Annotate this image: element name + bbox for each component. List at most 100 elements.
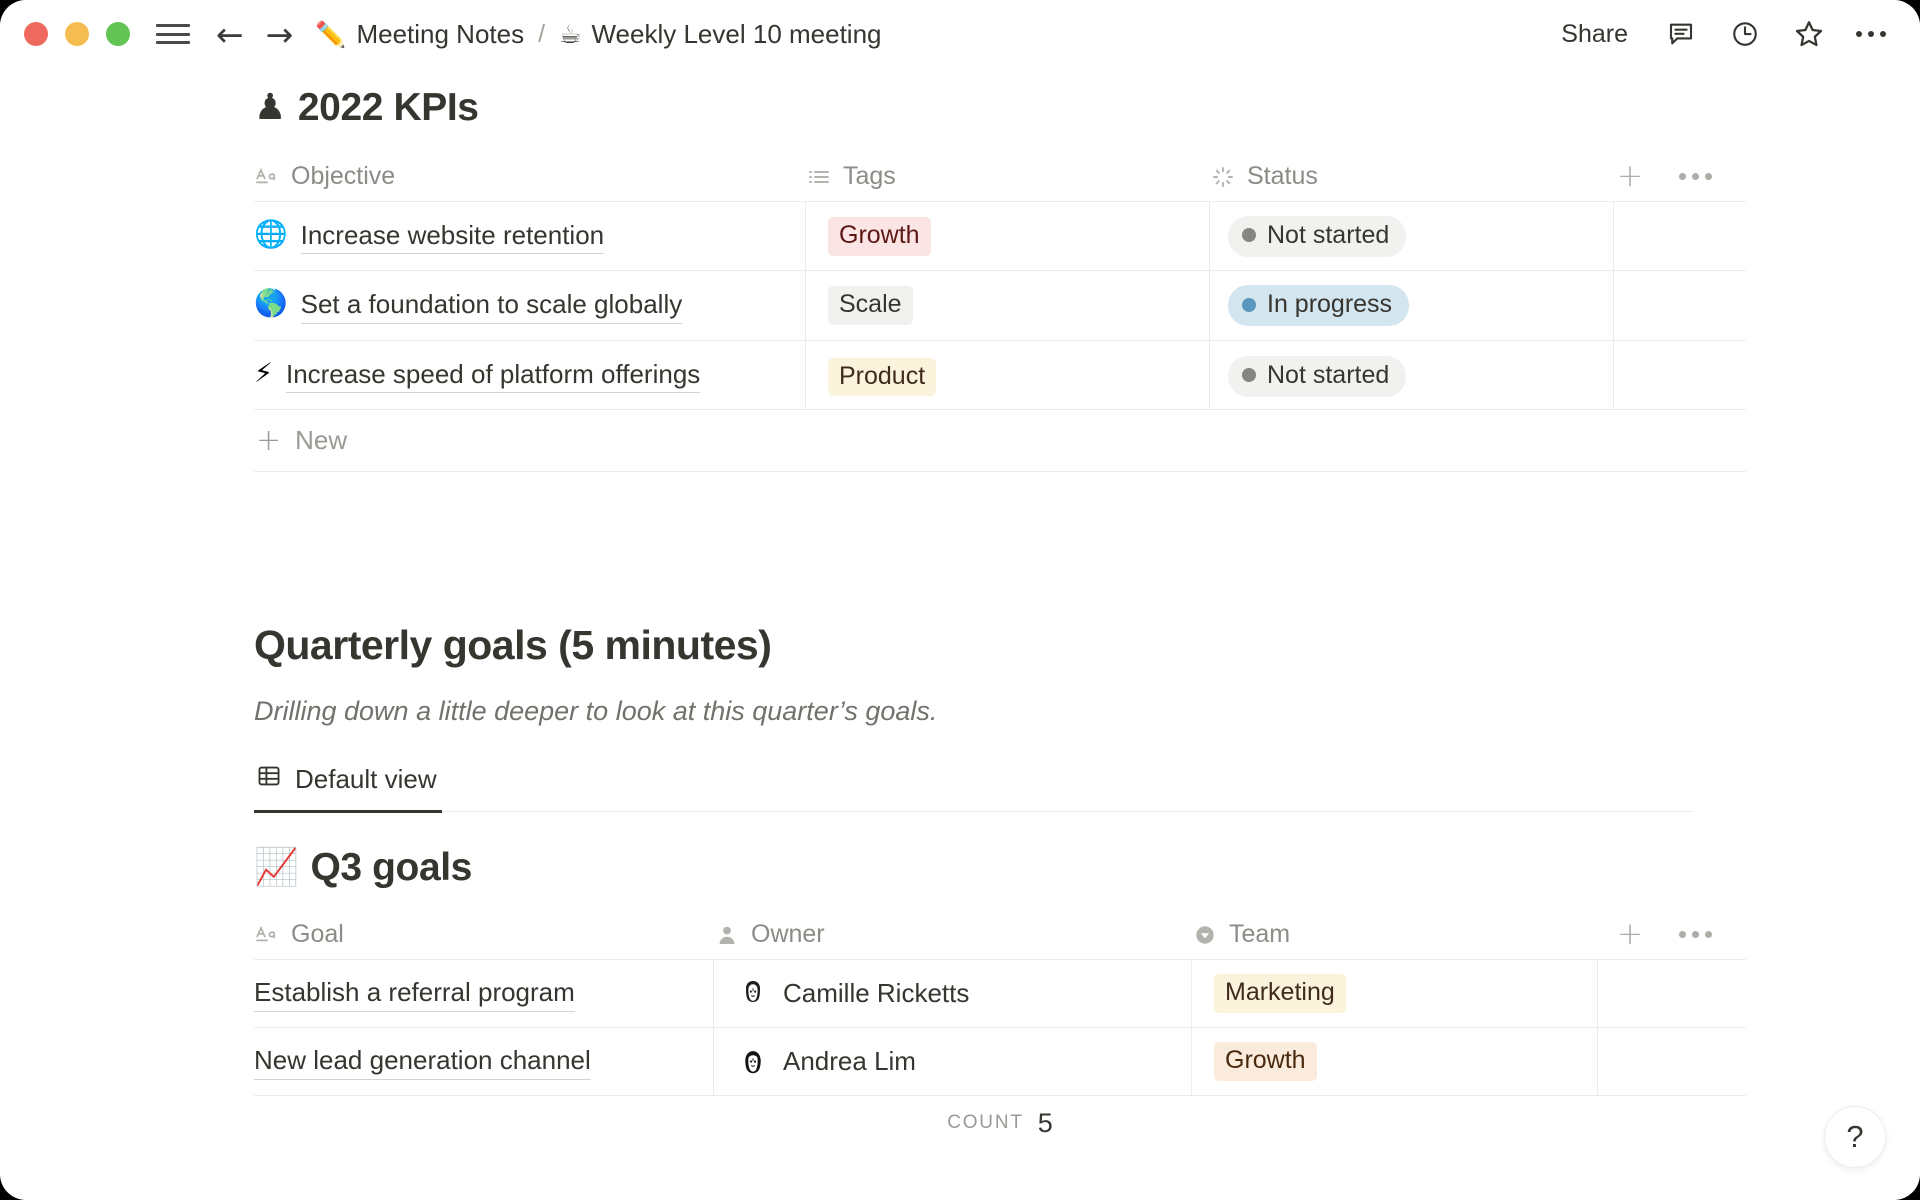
tag-chip: Marketing: [1214, 974, 1346, 1013]
column-header-status[interactable]: Status: [1210, 152, 1614, 201]
breadcrumb-item-meeting-notes[interactable]: ✏️ Meeting Notes: [315, 19, 524, 50]
kpi-database-title-text: 2022 KPIs: [297, 86, 479, 129]
column-header-objective[interactable]: Objective: [254, 152, 806, 201]
tag-chip: Scale: [828, 286, 913, 325]
breadcrumb-item-weekly-level-10-meeting[interactable]: ☕ Weekly Level 10 meeting: [559, 19, 881, 50]
globe-americas-icon: 🌎: [254, 288, 288, 320]
add-new-row-label: New: [295, 425, 348, 456]
column-header-team[interactable]: Team: [1192, 910, 1598, 959]
kpi-table: Objective Tags Status + 🌐 Increase websi…: [254, 152, 1746, 473]
q3-cell-goal[interactable]: New lead generation channel: [254, 1028, 714, 1096]
high-voltage-icon: ⚡: [254, 357, 273, 389]
select-icon: [1192, 923, 1218, 947]
kpi-objective-link[interactable]: Set a foundation to scale globally: [300, 287, 683, 324]
table-view-icon: [256, 763, 282, 796]
title-Aa-icon: [254, 167, 280, 187]
kpi-cell-status[interactable]: Not started: [1210, 340, 1614, 410]
minimize-window-button[interactable]: [65, 22, 89, 46]
title-bar: ← → ✏️ Meeting Notes / ☕ Weekly Level 10…: [0, 0, 1920, 68]
owner-person: Camille Ricketts: [736, 976, 970, 1011]
traffic-lights: [24, 22, 130, 46]
count-value: 5: [1037, 1107, 1053, 1138]
column-header-goal[interactable]: Goal: [254, 910, 714, 959]
tag-chip: Growth: [1214, 1042, 1317, 1081]
status-dot-icon: [1242, 297, 1256, 312]
zoom-window-button[interactable]: [106, 22, 130, 46]
plus-icon: +: [256, 422, 282, 458]
q3-database-title-text: Q3 goals: [310, 846, 472, 890]
chess-pawn-icon: ♟: [254, 87, 286, 128]
status-badge: In progress: [1228, 285, 1410, 327]
owner-name: Andrea Lim: [783, 1046, 916, 1077]
coffee-icon: ☕: [559, 19, 582, 49]
q3-goals-table: Goal Owner Team + Establish a referral p…: [254, 910, 1746, 1150]
globe-meridians-icon: 🌐: [254, 219, 288, 250]
column-header-owner[interactable]: Owner: [714, 910, 1192, 959]
q3-cell-owner[interactable]: Camille Ricketts: [714, 960, 1192, 1028]
column-header-objective-label: Objective: [291, 162, 396, 190]
kpi-block: ♟ 2022 KPIs Objective Tags Status + 🌐 In…: [0, 86, 1920, 473]
more-options-icon[interactable]: [1856, 31, 1886, 37]
table-row: New lead generation channel Andrea Lim G…: [254, 1028, 1746, 1097]
column-header-tags[interactable]: Tags: [806, 152, 1210, 201]
kpi-cell-status[interactable]: Not started: [1210, 202, 1614, 271]
close-window-button[interactable]: [24, 22, 48, 46]
column-header-status-label: Status: [1247, 162, 1318, 190]
history-clock-icon[interactable]: [1728, 17, 1762, 51]
kpi-cell-tags[interactable]: Scale: [806, 271, 1210, 340]
table-footer-count[interactable]: COUNT 5: [254, 1096, 1746, 1150]
view-tab-bar: Default view: [254, 763, 1694, 814]
owner-name: Camille Ricketts: [783, 978, 970, 1009]
help-button[interactable]: ?: [1824, 1106, 1886, 1168]
status-badge: Not started: [1228, 215, 1407, 257]
sidebar-toggle-icon[interactable]: [156, 21, 190, 47]
pencil-icon: ✏️: [315, 19, 347, 49]
add-new-row-button[interactable]: + New: [254, 410, 1746, 473]
status-badge-label: Not started: [1267, 220, 1390, 249]
favorite-star-icon[interactable]: [1792, 17, 1826, 51]
add-column-icon[interactable]: +: [1617, 919, 1643, 950]
kpi-cell-objective[interactable]: 🌐 Increase website retention: [254, 202, 806, 271]
q3-cell-goal[interactable]: Establish a referral program: [254, 960, 714, 1028]
q3-cell-team[interactable]: Growth: [1192, 1028, 1598, 1096]
kpi-objective-link[interactable]: Increase speed of platform offerings: [285, 357, 701, 394]
kpi-cell-empty: [1614, 341, 1746, 409]
column-header-owner-label: Owner: [751, 920, 825, 949]
status-badge-label: In progress: [1267, 290, 1393, 319]
q3-table-header-actions: +: [1617, 919, 1746, 950]
q3-cell-owner[interactable]: Andrea Lim: [714, 1028, 1192, 1096]
back-arrow-icon[interactable]: ←: [216, 18, 244, 51]
breadcrumb: ✏️ Meeting Notes / ☕ Weekly Level 10 mee…: [315, 19, 881, 50]
q3-database-title[interactable]: 📈 Q3 goals: [254, 846, 1780, 890]
page-heading-quarterly-goals: Quarterly goals (5 minutes): [254, 622, 772, 669]
person-icon: [714, 923, 740, 947]
column-header-tags-label: Tags: [843, 162, 896, 190]
status-dot-icon: [1242, 368, 1256, 383]
kpi-database-title[interactable]: ♟ 2022 KPIs: [254, 86, 1780, 130]
multi-select-icon: [806, 167, 832, 187]
share-button[interactable]: Share: [1555, 16, 1634, 53]
kpi-cell-objective[interactable]: ⚡ Increase speed of platform offerings: [254, 340, 806, 410]
table-options-icon[interactable]: [1679, 173, 1712, 180]
q3-table-header: Goal Owner Team +: [254, 910, 1746, 961]
kpi-cell-tags[interactable]: Product: [806, 340, 1210, 410]
column-header-team-label: Team: [1229, 920, 1291, 949]
kpi-cell-objective[interactable]: 🌎 Set a foundation to scale globally: [254, 271, 806, 340]
q3-goal-link[interactable]: Establish a referral program: [254, 975, 575, 1012]
table-row: 🌐 Increase website retention Growth Not …: [254, 202, 1746, 272]
comment-icon[interactable]: [1664, 17, 1698, 51]
kpi-table-header: Objective Tags Status +: [254, 152, 1746, 202]
column-header-goal-label: Goal: [291, 920, 344, 949]
kpi-cell-status[interactable]: In progress: [1210, 271, 1614, 340]
kpi-objective-link[interactable]: Increase website retention: [300, 218, 605, 255]
tab-default-view[interactable]: Default view: [254, 763, 442, 814]
forward-arrow-icon[interactable]: →: [266, 18, 294, 51]
q3-cell-team[interactable]: Marketing: [1192, 960, 1598, 1028]
add-column-icon[interactable]: +: [1617, 161, 1643, 192]
kpi-cell-tags[interactable]: Growth: [806, 202, 1210, 271]
table-options-icon[interactable]: [1679, 931, 1712, 939]
q3-goal-link[interactable]: New lead generation channel: [254, 1043, 591, 1080]
app-window: ← → ✏️ Meeting Notes / ☕ Weekly Level 10…: [0, 0, 1920, 1200]
status-badge-label: Not started: [1267, 360, 1390, 389]
owner-person: Andrea Lim: [736, 1044, 916, 1079]
